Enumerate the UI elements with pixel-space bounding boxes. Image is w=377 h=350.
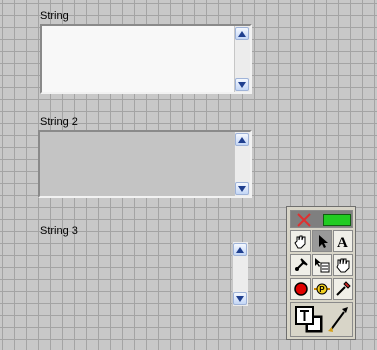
edit-text-icon: A (337, 235, 348, 250)
connect-wire-icon (294, 258, 308, 271)
operate-value-tool[interactable] (290, 230, 311, 252)
operate-value-icon (293, 235, 305, 249)
string-2-scrollbar[interactable] (234, 132, 250, 196)
set-color-icon (294, 305, 348, 332)
probe-data-icon: P (314, 283, 330, 295)
scroll-down-icon[interactable] (235, 182, 249, 195)
scroll-up-icon[interactable] (235, 133, 249, 146)
object-shortcut-menu-tool[interactable] (312, 254, 332, 276)
set-clear-breakpoint-tool[interactable] (290, 278, 311, 300)
string-label: String (40, 10, 69, 22)
scroll-down-icon[interactable] (235, 78, 249, 91)
scroll-window-icon (336, 258, 350, 273)
string-scrollbar[interactable] (234, 26, 250, 92)
edit-text-tool[interactable]: A (333, 230, 353, 252)
scroll-window-tool[interactable] (333, 254, 353, 276)
object-shortcut-menu-icon (315, 258, 330, 273)
get-color-tool[interactable] (333, 278, 353, 300)
get-color-icon (336, 281, 351, 296)
set-clear-breakpoint-icon (293, 282, 308, 296)
svg-text:P: P (319, 285, 325, 294)
string-3-label: String 3 (40, 225, 78, 237)
scroll-down-icon[interactable] (233, 292, 247, 305)
svg-text:A: A (337, 235, 348, 250)
string-2-indicator[interactable] (38, 130, 252, 198)
tools-palette: A P (286, 206, 356, 340)
connect-wire-tool[interactable] (290, 254, 311, 276)
scroll-up-icon[interactable] (233, 243, 247, 256)
string-2-label: String 2 (40, 116, 78, 128)
scroll-up-icon[interactable] (235, 27, 249, 40)
set-color-tool[interactable] (290, 302, 353, 337)
position-select-icon (319, 235, 328, 248)
automatic-tool-selection-button[interactable] (290, 210, 353, 228)
led-indicator (323, 214, 351, 226)
probe-data-tool[interactable]: P (312, 278, 332, 300)
string-3-scrollbar[interactable] (232, 242, 248, 306)
position-select-tool[interactable] (312, 230, 332, 252)
string-indicator[interactable] (40, 24, 252, 94)
automatic-tool-selection-icon (297, 213, 311, 227)
string-3-indicator[interactable] (40, 240, 252, 306)
